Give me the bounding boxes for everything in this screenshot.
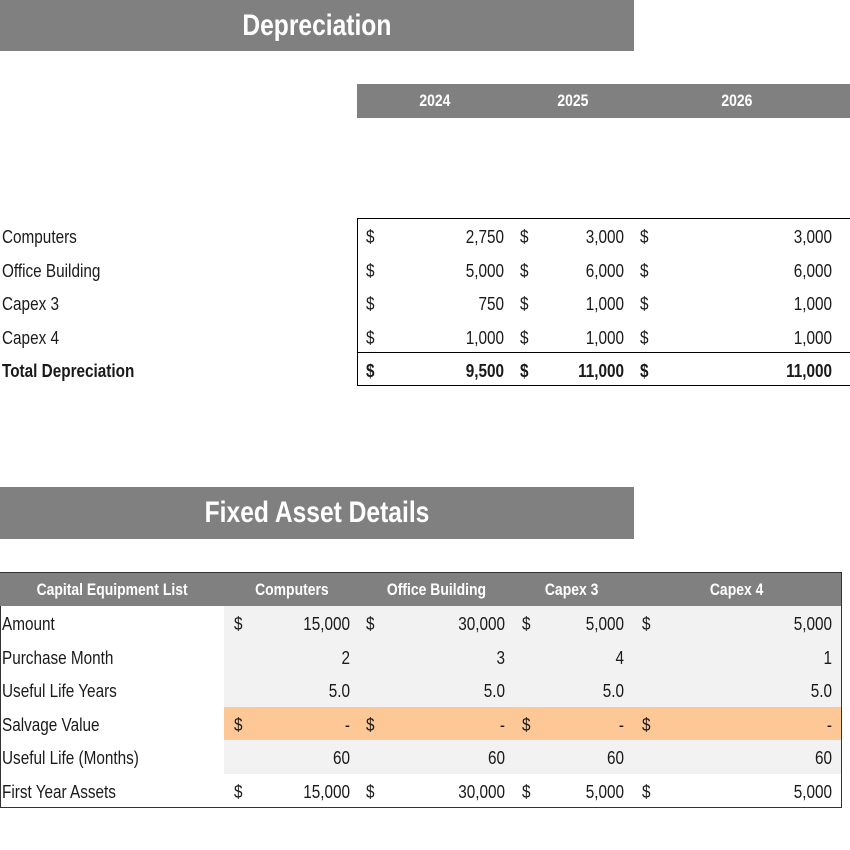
value-cell[interactable]: 6,000 — [514, 255, 624, 288]
year-header-2025: 2025 — [557, 91, 589, 110]
input-cell[interactable]: 60 — [722, 742, 832, 775]
depreciation-title-banner: Depreciation — [0, 0, 634, 51]
value-cell[interactable]: 1,000 — [722, 322, 832, 355]
currency-symbol: $ — [366, 782, 375, 802]
fixed-asset-title-banner: Fixed Asset Details — [0, 487, 634, 539]
value-cell[interactable]: 3,000 — [514, 221, 624, 254]
currency-symbol: $ — [366, 227, 375, 247]
row-label: First Year Assets — [2, 782, 116, 802]
input-cell[interactable]: 5.0 — [722, 675, 832, 708]
input-cell[interactable]: - — [514, 709, 624, 742]
input-cell[interactable]: 30,000 — [395, 608, 505, 641]
currency-symbol: $ — [640, 361, 649, 381]
value-cell[interactable]: 1,000 — [514, 288, 624, 321]
row-label: Salvage Value — [2, 714, 100, 735]
currency-symbol: $ — [366, 714, 375, 735]
input-cell[interactable]: 60 — [240, 742, 350, 775]
input-cell[interactable]: 3 — [395, 642, 505, 675]
value-cell[interactable]: 1,000 — [514, 322, 624, 355]
input-cell[interactable]: 5,000 — [514, 776, 624, 809]
row-label: Computers — [2, 227, 77, 247]
row-label: Useful Life (Months) — [2, 748, 139, 769]
input-cell[interactable]: 2 — [240, 642, 350, 675]
value-cell[interactable]: 2,750 — [394, 221, 504, 254]
input-cell[interactable]: 1 — [722, 642, 832, 675]
input-cell[interactable]: - — [240, 709, 350, 742]
input-cell[interactable]: 5,000 — [722, 608, 832, 641]
value-cell[interactable]: 3,000 — [722, 221, 832, 254]
input-cell[interactable]: 60 — [514, 742, 624, 775]
header-capital-equipment-list: Capital Equipment List — [36, 580, 188, 599]
currency-symbol: $ — [366, 260, 375, 281]
currency-symbol: $ — [640, 260, 649, 281]
value-cell[interactable]: 9,500 — [394, 355, 504, 388]
currency-symbol: $ — [640, 227, 649, 247]
value-cell[interactable]: 750 — [394, 288, 504, 321]
input-cell[interactable]: 30,000 — [395, 776, 505, 809]
header-capex-4: Capex 4 — [709, 580, 764, 599]
row-label: Office Building — [2, 260, 101, 281]
currency-symbol: $ — [366, 327, 375, 348]
header-computers: Computers — [255, 580, 329, 599]
input-cell[interactable]: 60 — [395, 742, 505, 775]
fixed-asset-title: Fixed Asset Details — [204, 496, 430, 529]
year-header-2026: 2026 — [721, 91, 753, 110]
value-cell[interactable]: 11,000 — [722, 355, 832, 388]
input-cell[interactable]: 5,000 — [722, 776, 832, 809]
header-capex-3: Capex 3 — [545, 580, 599, 599]
input-cell[interactable]: 5.0 — [240, 675, 350, 708]
currency-symbol: $ — [366, 294, 375, 314]
input-cell[interactable]: 5,000 — [514, 608, 624, 641]
input-cell[interactable]: - — [395, 709, 505, 742]
input-cell[interactable]: - — [722, 709, 832, 742]
value-cell[interactable]: 6,000 — [722, 255, 832, 288]
input-cell[interactable]: 15,000 — [240, 776, 350, 809]
value-cell[interactable]: 1,000 — [722, 288, 832, 321]
year-header-bar: 2024 2025 2026 — [357, 84, 850, 118]
value-cell[interactable]: 5,000 — [394, 255, 504, 288]
row-label: Purchase Month — [2, 647, 114, 668]
row-label: Amount — [2, 614, 55, 634]
input-cell[interactable]: 5.0 — [514, 675, 624, 708]
currency-symbol: $ — [366, 361, 375, 381]
currency-symbol: $ — [642, 614, 651, 634]
year-header-2024: 2024 — [418, 91, 451, 110]
input-cell[interactable]: 15,000 — [240, 608, 350, 641]
input-cell[interactable]: 4 — [514, 642, 624, 675]
row-label: Useful Life Years — [2, 681, 117, 702]
value-cell[interactable]: 11,000 — [514, 355, 624, 388]
row-label: Capex 3 — [2, 294, 59, 314]
header-office-building: Office Building — [386, 580, 486, 599]
currency-symbol: $ — [642, 782, 651, 802]
depreciation-title: Depreciation — [242, 9, 392, 42]
currency-symbol: $ — [366, 614, 375, 634]
value-cell[interactable]: 1,000 — [394, 322, 504, 355]
row-label: Capex 4 — [2, 327, 59, 348]
input-cell[interactable]: 5.0 — [395, 675, 505, 708]
currency-symbol: $ — [640, 327, 649, 348]
currency-symbol: $ — [640, 294, 649, 314]
currency-symbol: $ — [642, 714, 651, 735]
row-label: Total Depreciation — [2, 361, 135, 381]
